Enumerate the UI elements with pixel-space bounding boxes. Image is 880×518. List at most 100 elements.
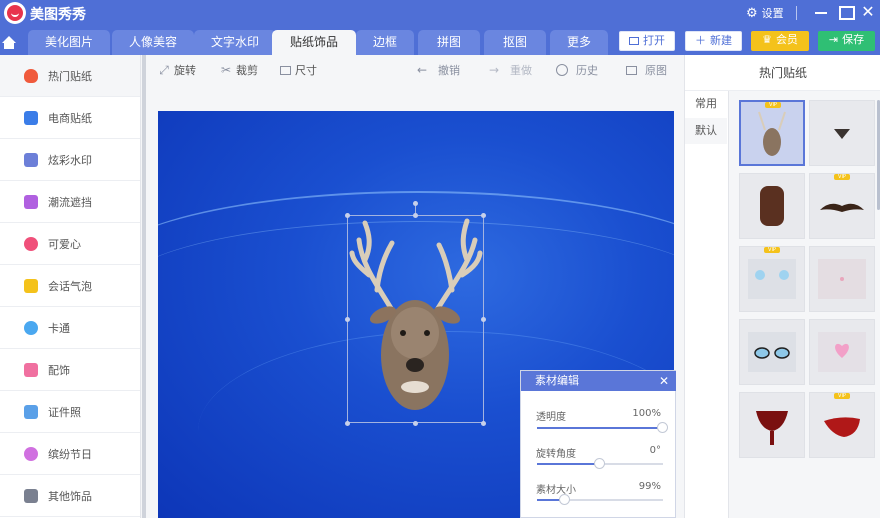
save-button[interactable]: ⇥ 保存 <box>818 31 875 51</box>
chat-bubble-icon <box>24 278 38 293</box>
app-logo-icon <box>4 2 26 24</box>
title-bar: 美图秀秀 ⚙ 设置 ✕ <box>0 0 880 28</box>
size-slider[interactable] <box>537 494 663 505</box>
rotate-button[interactable]: ⤢ 旋转 <box>158 62 196 78</box>
sticker-thumb-moustache-small[interactable] <box>809 100 875 166</box>
image-icon <box>626 65 637 75</box>
settings-label: 设置 <box>761 7 784 20</box>
tab-collage[interactable]: 拼图 <box>418 30 480 55</box>
sticker-thumb-tongue[interactable]: VIP <box>809 392 875 458</box>
tab-border[interactable]: 边框 <box>356 30 414 55</box>
minimize-button[interactable] <box>812 2 830 22</box>
sidebar-item-ecommerce[interactable]: 电商贴纸 <box>0 97 140 139</box>
gear-icon: ⚙ <box>746 5 758 21</box>
size-label: 素材大小 <box>536 485 576 496</box>
sticker-thumb-glasses[interactable] <box>739 319 805 385</box>
home-icon[interactable] <box>0 30 18 55</box>
tab-more[interactable]: 更多 <box>550 30 608 55</box>
pen-icon <box>24 194 38 209</box>
sticker-thumb-blush[interactable] <box>809 246 875 312</box>
rotation-slider[interactable] <box>537 458 663 469</box>
tab-portrait[interactable]: 人像美容 <box>112 30 194 55</box>
sidebar-item-label: 其他饰品 <box>48 489 92 503</box>
close-button[interactable]: ✕ <box>859 2 877 22</box>
sidebar-item-hot[interactable]: 热门贴纸 <box>0 55 140 97</box>
sticker-thumb-glasses-eyes[interactable]: VIP <box>739 246 805 312</box>
size-knob[interactable] <box>558 494 570 505</box>
sticker-thumb-heart-balloon[interactable] <box>809 319 875 385</box>
size-value: 99% <box>638 481 661 492</box>
sticker-thumb-deer[interactable]: VIP <box>739 100 805 166</box>
opacity-fill <box>537 427 663 429</box>
redo-button[interactable]: → 重做 <box>488 62 532 78</box>
sidebar-item-label: 炫彩水印 <box>48 153 92 167</box>
selection-frame[interactable] <box>347 215 484 423</box>
material-edit-panel: 素材编辑 ✕ 透明度 100% 旋转角度 0° 素材大小 99% <box>520 370 676 518</box>
panel-title: 热门贴纸 <box>685 55 880 91</box>
rotation-knob[interactable] <box>594 458 605 469</box>
glasses-icon <box>748 332 796 372</box>
sidebar-item-hearts[interactable]: 可爱心 <box>0 223 140 265</box>
save-label: 保存 <box>842 33 865 46</box>
opacity-slider[interactable] <box>537 422 668 433</box>
crop-label: 裁剪 <box>236 64 258 77</box>
id-photo-icon <box>24 404 38 419</box>
close-icon[interactable]: ✕ <box>659 371 669 391</box>
app-title: 美图秀秀 <box>30 7 86 23</box>
sidebar-item-other[interactable]: 其他饰品 <box>0 475 140 517</box>
maximize-button[interactable] <box>836 2 855 22</box>
opacity-knob[interactable] <box>657 422 668 433</box>
tab-beautify[interactable]: 美化图片 <box>28 30 110 55</box>
heart-icon <box>24 236 38 251</box>
resize-handle[interactable] <box>481 213 486 218</box>
open-button[interactable]: 打开 <box>619 31 675 51</box>
settings-button[interactable]: ⚙ 设置 <box>746 2 784 24</box>
export-icon: ⇥ <box>828 33 839 46</box>
tab-text[interactable]: 文字水印 <box>194 30 276 55</box>
rotation-handle[interactable] <box>413 201 418 206</box>
watermark-icon <box>24 152 38 167</box>
bear-icon <box>24 320 38 335</box>
tab-stickers[interactable]: 贴纸饰品 <box>272 30 356 55</box>
sidebar-item-cartoon[interactable]: 卡通 <box>0 307 140 349</box>
resize-handle[interactable] <box>481 317 486 322</box>
sticker-thumb-vest[interactable] <box>739 173 805 239</box>
sidebar-item-label: 缤纷节日 <box>48 447 92 461</box>
resize-handle[interactable] <box>345 317 350 322</box>
member-label: 会员 <box>775 33 798 46</box>
sidebar-item-accessories[interactable]: 配饰 <box>0 349 140 391</box>
undo-button[interactable]: ← 撤销 <box>416 62 460 78</box>
grid-icon <box>24 488 38 503</box>
tab-cutout[interactable]: 抠图 <box>484 30 546 55</box>
sidebar-item-label: 可爱心 <box>48 237 81 251</box>
resize-handle[interactable] <box>345 421 350 426</box>
plus-icon: ＋ <box>695 34 706 47</box>
new-label: 新建 <box>710 34 732 47</box>
sidebar-item-label: 卡通 <box>48 321 70 335</box>
vest-icon <box>760 186 784 226</box>
blush-icon <box>818 259 866 299</box>
sidebar-item-bubbles[interactable]: 会话气泡 <box>0 265 140 307</box>
history-button[interactable]: 历史 <box>556 62 598 78</box>
resize-handle[interactable] <box>413 213 418 218</box>
crop-button[interactable]: ✂ 裁剪 <box>220 62 258 78</box>
sticker-thumb-goblet[interactable] <box>739 392 805 458</box>
resize-handle[interactable] <box>413 421 418 426</box>
category-frequent[interactable]: 常用 <box>685 91 727 117</box>
original-button[interactable]: 原图 <box>626 62 667 78</box>
sticker-thumb-moustache[interactable]: VIP <box>809 173 875 239</box>
resize-handle[interactable] <box>481 421 486 426</box>
category-default[interactable]: 默认 <box>685 118 727 144</box>
sidebar-item-idphoto[interactable]: 证件照 <box>0 391 140 433</box>
bow-icon <box>24 362 38 377</box>
sidebar-scrollbar[interactable] <box>142 55 146 518</box>
resize-handle[interactable] <box>345 213 350 218</box>
size-button[interactable]: 尺寸 <box>280 62 317 78</box>
sticker-category-sidebar: 热门贴纸 电商贴纸 炫彩水印 潮流遮挡 可爱心 会话气泡 卡通 配饰 证件照 缤… <box>0 55 141 518</box>
sidebar-item-trendy[interactable]: 潮流遮挡 <box>0 181 140 223</box>
sidebar-item-watermark[interactable]: 炫彩水印 <box>0 139 140 181</box>
sidebar-item-festival[interactable]: 缤纷节日 <box>0 433 140 475</box>
member-button[interactable]: ♛ 会员 <box>751 31 809 51</box>
new-button[interactable]: ＋ 新建 <box>685 31 742 51</box>
opacity-value: 100% <box>632 408 661 419</box>
